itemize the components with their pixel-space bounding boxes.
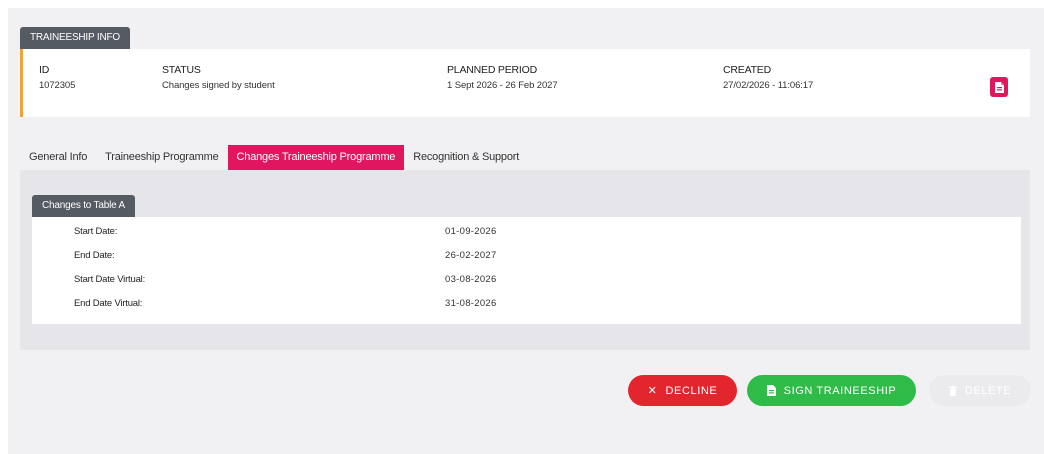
row-label: End Date Virtual: (74, 298, 143, 309)
created-value: 27/02/2026 - 11:06:17 (723, 80, 814, 91)
decline-button[interactable]: ✕ DECLINE (628, 375, 737, 406)
row-value: 01-09-2026 (445, 226, 497, 237)
row-value: 03-08-2026 (445, 274, 497, 285)
created-label: CREATED (723, 64, 771, 76)
table-row: Start Date: 01-09-2026 (32, 220, 1021, 244)
tab-general-info[interactable]: General Info (20, 145, 96, 170)
decline-label: DECLINE (665, 384, 718, 397)
traineeship-info-panel: ID 1072305 STATUS Changes signed by stud… (20, 49, 1030, 117)
status-field: STATUS Changes signed by student (162, 64, 275, 91)
document-icon (766, 385, 776, 396)
planned-period-value: 1 Sept 2026 - 26 Feb 2027 (447, 80, 558, 91)
changes-table: Start Date: 01-09-2026 End Date: 26-02-2… (32, 217, 1021, 324)
programme-tabs: General Info Traineeship Programme Chang… (20, 145, 528, 170)
created-field: CREATED 27/02/2026 - 11:06:17 (723, 64, 813, 91)
traineeship-info-tab: TRAINEESHIP INFO (20, 27, 130, 49)
row-label: Start Date Virtual: (74, 274, 146, 285)
delete-button[interactable]: DELETE (929, 375, 1031, 406)
row-value: 31-08-2026 (445, 298, 497, 309)
row-value: 26-02-2027 (445, 250, 497, 261)
table-row: Start Date Virtual: 03-08-2026 (32, 268, 1021, 292)
status-label: STATUS (162, 64, 201, 76)
id-label: ID (39, 64, 50, 76)
pdf-download-button[interactable] (990, 77, 1008, 97)
id-field: ID 1072305 (39, 64, 75, 91)
tab-recognition-support[interactable]: Recognition & Support (404, 145, 528, 170)
pdf-document-icon (994, 81, 1004, 93)
tab-changes-traineeship-programme[interactable]: Changes Traineeship Programme (227, 145, 405, 170)
row-label: Start Date: (74, 226, 118, 237)
sign-traineeship-button[interactable]: SIGN TRAINEESHIP (747, 375, 916, 406)
row-label: End Date: (74, 250, 115, 261)
changes-panel: Changes to Table A Start Date: 01-09-202… (20, 170, 1030, 350)
delete-label: DELETE (964, 384, 1012, 397)
status-value: Changes signed by student (162, 80, 275, 91)
close-icon: ✕ (647, 385, 658, 397)
planned-period-field: PLANNED PERIOD 1 Sept 2026 - 26 Feb 2027 (447, 64, 558, 91)
tab-traineeship-programme[interactable]: Traineeship Programme (96, 145, 227, 170)
sign-traineeship-label: SIGN TRAINEESHIP (783, 384, 897, 397)
table-row: End Date Virtual: 31-08-2026 (32, 292, 1021, 316)
id-value: 1072305 (39, 80, 76, 91)
table-row: End Date: 26-02-2027 (32, 244, 1021, 268)
changes-table-a-tab: Changes to Table A (32, 195, 135, 217)
trash-icon (948, 385, 957, 396)
planned-period-label: PLANNED PERIOD (447, 64, 537, 76)
